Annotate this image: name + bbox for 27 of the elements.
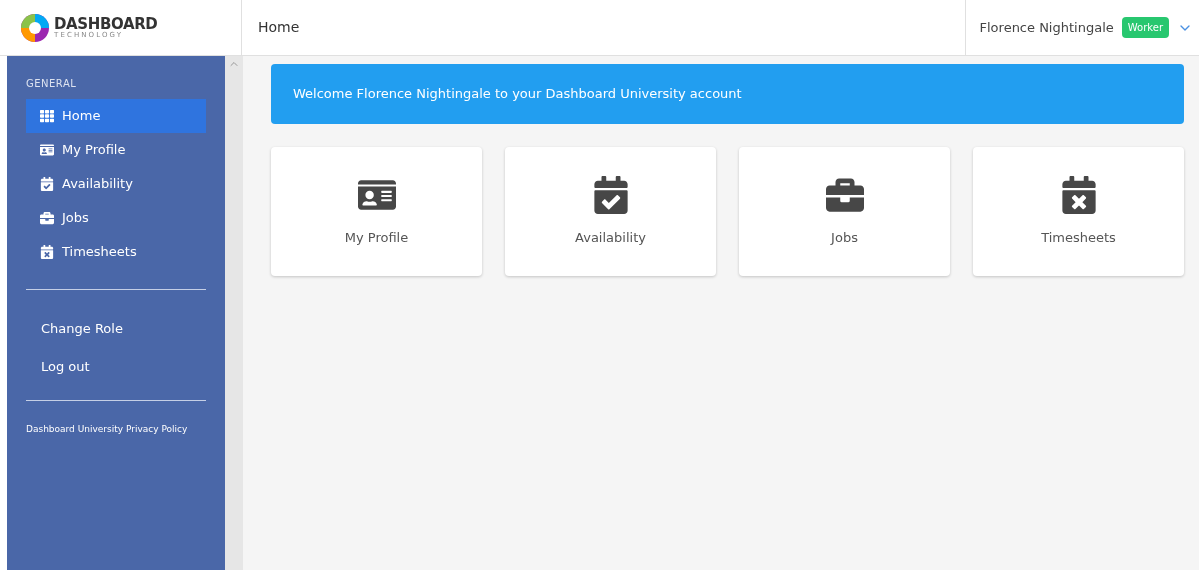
grid-icon xyxy=(40,109,54,123)
privacy-policy-link[interactable]: Dashboard University Privacy Policy xyxy=(26,423,206,437)
calendar-x-icon xyxy=(1059,175,1098,214)
id-card-icon xyxy=(40,143,54,157)
dashboard-tile[interactable]: Timesheets xyxy=(973,147,1184,276)
dashboard-tile[interactable]: Availability xyxy=(505,147,716,276)
nav-link[interactable]: Change Role xyxy=(26,310,206,348)
briefcase-icon xyxy=(825,175,864,214)
role-badge: Worker xyxy=(1121,17,1169,38)
dashboard-tile[interactable]: Jobs xyxy=(739,147,950,276)
calendar-x-icon xyxy=(40,245,54,259)
logo-text: DASHBOARD xyxy=(54,16,158,32)
nav-item[interactable]: Home xyxy=(26,99,206,133)
nav-item[interactable]: Availability xyxy=(26,167,206,201)
section-heading: GENERAL xyxy=(26,77,78,91)
nav-link[interactable]: Log out xyxy=(26,348,206,386)
welcome-text: Welcome Florence Nightingale to your Dashboard University account xyxy=(293,85,742,104)
dashboard-tile[interactable]: My Profile xyxy=(271,147,482,276)
briefcase-icon xyxy=(40,211,54,225)
logo-icon xyxy=(20,12,50,43)
calendar-check-icon xyxy=(591,175,630,214)
calendar-check-icon xyxy=(40,177,54,191)
user-name: Florence Nightingale xyxy=(979,18,1114,37)
nav-item[interactable]: My Profile xyxy=(26,133,206,167)
nav-item[interactable]: Timesheets xyxy=(26,235,206,269)
nav-item[interactable]: Jobs xyxy=(26,201,206,235)
page-title: Home xyxy=(258,18,300,37)
